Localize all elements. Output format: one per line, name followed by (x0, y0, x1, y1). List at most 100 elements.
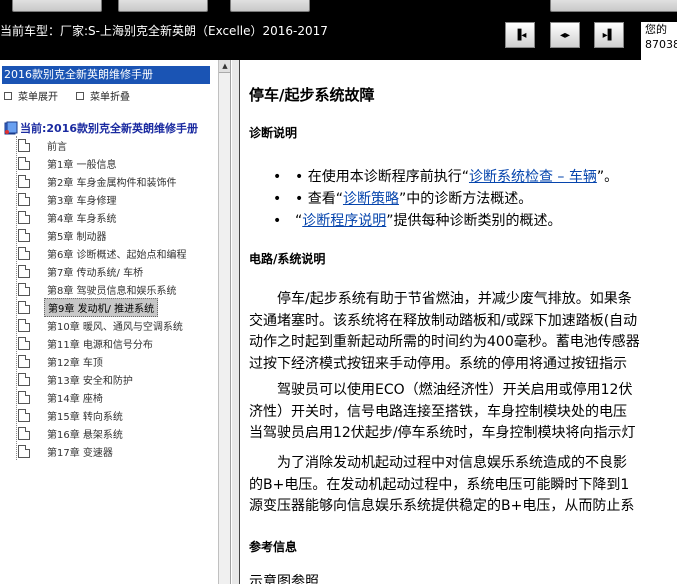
tree-root[interactable]: 当前:2016款别克全新英朗维修手册 (4, 120, 198, 136)
bullet-text: • 查看“ (295, 191, 343, 207)
chapter-item[interactable]: 第15章 转向系统 (18, 406, 126, 424)
document-icon (18, 174, 30, 188)
chapter-label: 第14章 座椅 (47, 393, 103, 405)
chapter-label: 第9章 发动机/ 推进系统 (44, 297, 159, 317)
paragraph-1: 停车/起步系统有助于节省燃油，并减少废气排放。如果条 交通堵塞时。该系统将在释放… (249, 289, 677, 375)
paragraph-line: 为了消除发动机起动过程中对信息娱乐系统造成的不良影 (249, 455, 627, 471)
chapter-item[interactable]: 第12章 车顶 (18, 352, 106, 370)
toolbar-button-4[interactable] (550, 0, 677, 12)
document-icon (18, 408, 30, 422)
collapse-icon (76, 91, 84, 100)
bullet-dot-icon: • (273, 169, 282, 185)
manual-tree-pane: 2016款别克全新英朗维修手册 菜单展开 菜单折叠 当前:2016款别克全新英朗… (0, 60, 231, 584)
reference-line: 示意图参照 (249, 574, 319, 584)
menu-collapse-label: 菜单折叠 (90, 92, 130, 103)
top-toolbar: 当前车型：厂家:S-上海别克全新英朗（Excelle）2016-2017 ▐◂ … (0, 0, 677, 60)
document-icon (18, 264, 30, 278)
chapter-item[interactable]: 第9章 发动机/ 推进系统 (18, 297, 159, 317)
chapter-item[interactable]: 第7章 传动系统/ 车桥 (18, 262, 146, 280)
user-info: 您的 87038 (641, 22, 677, 60)
toolbar-button-2[interactable] (118, 0, 208, 12)
chapter-item[interactable]: 第1章 一般信息 (18, 154, 120, 172)
chapter-item[interactable]: 第6章 诊断概述、起始点和编程 (18, 244, 190, 262)
reference-heading: 参考信息 (249, 540, 298, 554)
paragraph-line: 交通堵塞时。该系统将在释放制动踏板和/或踩下加速踏板(自动 (249, 312, 638, 329)
paragraph-2: 驾驶员可以使用ECO（燃油经济性）开关启用或停用12伏 济性）开关时，信号电路连… (249, 380, 677, 445)
chapter-label: 第16章 悬架系统 (47, 429, 123, 441)
menu-expand-label: 菜单展开 (18, 92, 58, 103)
chapter-item[interactable]: 第10章 暖风、通风与空调系统 (18, 316, 186, 334)
document-icon (18, 336, 30, 350)
chapter-label: 第8章 驾驶员信息和娱乐系统 (47, 285, 177, 297)
document-icon (18, 246, 30, 260)
chapter-label: 第17章 变速器 (47, 447, 113, 459)
document-icon (18, 228, 30, 242)
chapter-label: 第12章 车顶 (47, 357, 103, 369)
toolbar-button-3[interactable] (230, 0, 310, 12)
bullet-dot-icon: • (273, 213, 282, 229)
document-icon (18, 318, 30, 332)
paragraph-line: 过按下经济模式按钮来手动停用。系统的停用将通过按钮指示 (249, 355, 627, 372)
chapter-item[interactable]: 前言 (18, 136, 70, 154)
paragraph-line: 源变压器能够向信息娱乐系统提供稳定的B+电压，从而防止系 (249, 498, 635, 514)
diag-system-check-link[interactable]: 诊断系统检查 – 车辆 (469, 169, 597, 185)
page-title: 停车/起步系统故障 (249, 86, 375, 104)
skip-forward-icon: ▸▌ (602, 29, 616, 41)
chapter-label: 第3章 车身修理 (47, 195, 117, 207)
chapter-label: 第5章 制动器 (47, 231, 107, 243)
content-pane: 停车/起步系统故障 诊断说明 • • 在使用本诊断程序前执行“诊断系统检查 – 车… (241, 60, 677, 584)
nav-next-button[interactable]: ▸▌ (594, 22, 624, 48)
chapter-label: 第7章 传动系统/ 车桥 (47, 267, 144, 279)
chapter-label: 第15章 转向系统 (47, 411, 123, 423)
bullet-text: ”提供每种诊断类别的概述。 (386, 213, 562, 229)
book-icon (4, 121, 18, 135)
scroll-up-arrow-icon[interactable]: ▲ (219, 60, 230, 73)
chapter-label: 第6章 诊断概述、起始点和编程 (47, 249, 187, 261)
split-view-icon: ◂▸ (559, 29, 571, 41)
paragraph-line: 当驾驶员启用12伏起步/停车系统时，车身控制模块将向指示灯 (249, 425, 636, 441)
expand-icon (4, 91, 12, 100)
bullet-text: ”中的诊断方法概述。 (398, 191, 533, 207)
pane-splitter[interactable] (232, 60, 240, 584)
chapter-label: 前言 (47, 141, 67, 153)
nav-first-button[interactable]: ▐◂ (505, 22, 535, 48)
chapter-item[interactable]: 第14章 座椅 (18, 388, 106, 406)
chapter-item[interactable]: 第13章 安全和防护 (18, 370, 136, 388)
chapter-item[interactable]: 第5章 制动器 (18, 226, 110, 244)
chapter-label: 第13章 安全和防护 (47, 375, 133, 387)
chapter-item[interactable]: 第8章 驾驶员信息和娱乐系统 (18, 280, 180, 298)
document-icon (18, 372, 30, 386)
paragraph-line: 动作之时起到重新起动所需的时间约为400毫秒。蓄电池传感器 (249, 334, 640, 350)
document-icon (18, 426, 30, 440)
chapter-item[interactable]: 第4章 车身系统 (18, 208, 120, 226)
chapter-item[interactable]: 第17章 变速器 (18, 442, 116, 460)
document-icon (18, 210, 30, 224)
paragraph-line: 济性）开关时，信号电路连接至搭铁，车身控制模块处的电压 (249, 403, 627, 420)
manual-title[interactable]: 2016款别克全新英朗维修手册 (2, 66, 210, 84)
document-icon (18, 354, 30, 368)
paragraph-line: 停车/起步系统有助于节省燃油，并减少废气排放。如果条 (249, 291, 632, 307)
paragraph-line: 驾驶员可以使用ECO（燃油经济性）开关启用或停用12伏 (249, 382, 633, 398)
document-icon (18, 444, 30, 458)
skip-back-icon: ▐◂ (513, 29, 527, 41)
document-icon (18, 138, 30, 152)
bullet-item-3: • “诊断程序说明”提供每种诊断类别的概述。 (273, 210, 562, 230)
diag-heading: 诊断说明 (249, 126, 298, 140)
tree-connector (16, 136, 17, 460)
chapter-item[interactable]: 第11章 电源和信号分布 (18, 334, 156, 352)
bullet-item-2: • • 查看“诊断策略”中的诊断方法概述。 (273, 188, 532, 208)
diag-program-desc-link[interactable]: 诊断程序说明 (302, 213, 386, 229)
chapter-item[interactable]: 第3章 车身修理 (18, 190, 120, 208)
diag-strategy-link[interactable]: 诊断策略 (343, 191, 399, 207)
bullet-dot-icon: • (273, 191, 282, 207)
chapter-item[interactable]: 第2章 车身金属构件和装饰件 (18, 172, 180, 190)
tree-scrollbar[interactable]: ▲ (218, 60, 230, 584)
toolbar-button-1[interactable] (12, 0, 102, 12)
menu-collapse-button[interactable]: 菜单折叠 (76, 88, 130, 103)
tree-root-label: 当前:2016款别克全新英朗维修手册 (20, 122, 199, 135)
menu-expand-button[interactable]: 菜单展开 (4, 88, 58, 103)
chapter-item[interactable]: 第16章 悬架系统 (18, 424, 126, 442)
chapter-label: 第4章 车身系统 (47, 213, 117, 225)
paragraph-line: 的B+电压。在发动机起动过程中，系统电压可能瞬时下降到1 (249, 476, 630, 493)
nav-split-button[interactable]: ◂▸ (550, 22, 580, 48)
